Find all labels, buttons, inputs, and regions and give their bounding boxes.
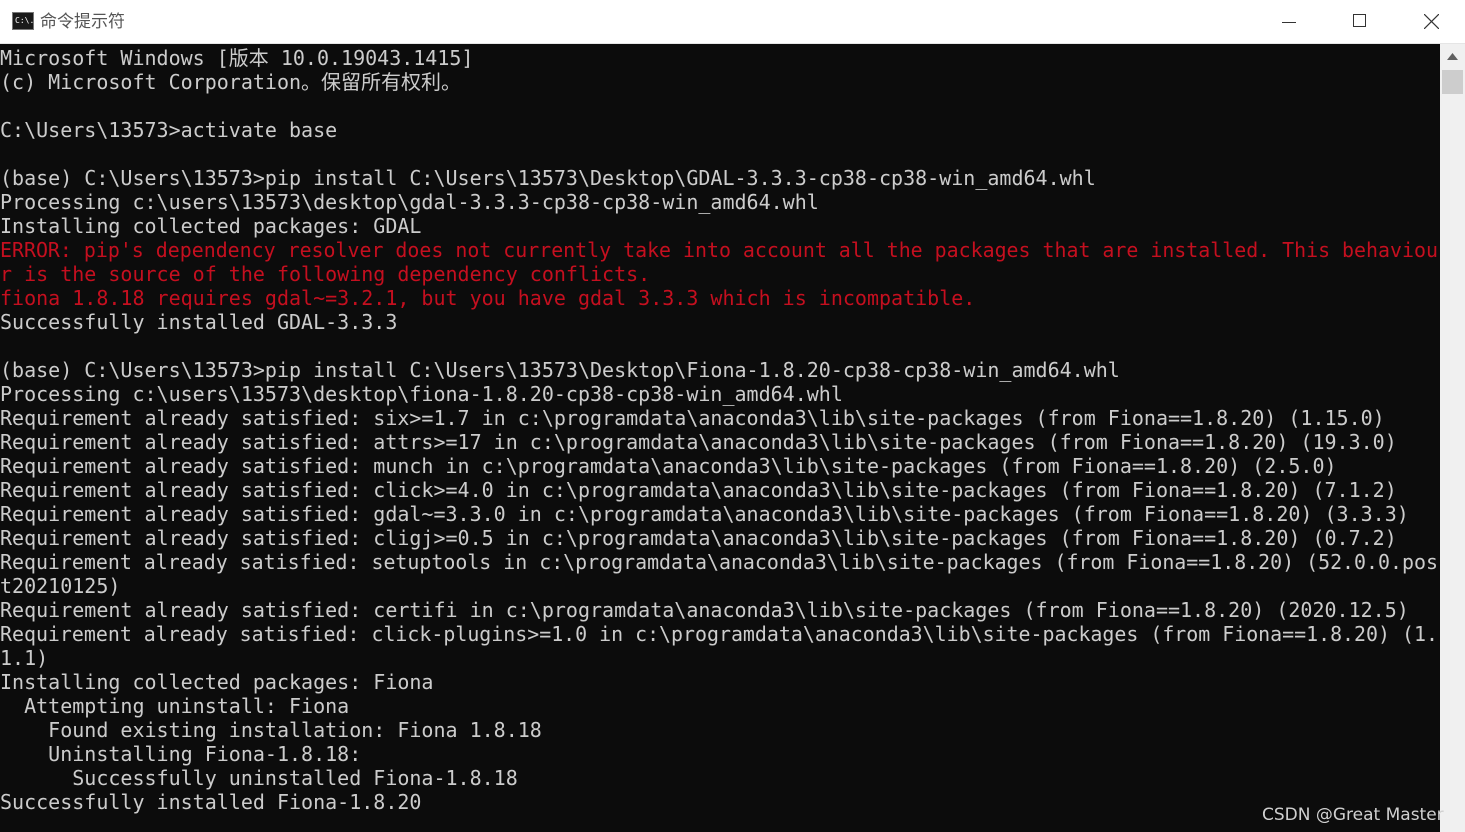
error-line: r is the source of the following depende… xyxy=(0,262,651,286)
console-line: Requirement already satisfied: setuptool… xyxy=(0,550,1438,574)
console-line: Requirement already satisfied: certifi i… xyxy=(0,598,1409,622)
console-line: Requirement already satisfied: munch in … xyxy=(0,454,1337,478)
close-button[interactable] xyxy=(1396,0,1465,44)
console-line: Requirement already satisfied: click-plu… xyxy=(0,622,1438,646)
console-line: Attempting uninstall: Fiona xyxy=(0,694,350,718)
minimize-button[interactable] xyxy=(1254,0,1324,44)
watermark: CSDN @Great Master xyxy=(1262,805,1444,825)
title-bar[interactable]: C:\. 命令提示符 xyxy=(0,0,1465,44)
console-line: (base) C:\Users\13573>pip install C:\Use… xyxy=(0,358,1120,382)
vertical-scrollbar[interactable] xyxy=(1440,44,1465,832)
cmd-icon: C:\. xyxy=(12,12,34,30)
console-line: (c) Microsoft Corporation。保留所有权利。 xyxy=(0,70,462,94)
scroll-up-button[interactable] xyxy=(1440,44,1465,70)
console-line: 1.1) xyxy=(0,646,49,670)
console-line: Requirement already satisfied: cligj>=0.… xyxy=(0,526,1397,550)
console-line: Successfully installed GDAL-3.3.3 xyxy=(0,310,398,334)
scroll-thumb[interactable] xyxy=(1442,70,1463,94)
console-line: Uninstalling Fiona-1.8.18: xyxy=(0,742,362,766)
maximize-icon xyxy=(1353,14,1366,27)
console-line: Installing collected packages: GDAL xyxy=(0,214,422,238)
console-line: Found existing installation: Fiona 1.8.1… xyxy=(0,718,542,742)
console-line: C:\Users\13573>activate base xyxy=(0,118,338,142)
console-line: Requirement already satisfied: attrs>=17… xyxy=(0,430,1397,454)
console-line: (base) C:\Users\13573>pip install C:\Use… xyxy=(0,166,1096,190)
error-line: fiona 1.8.18 requires gdal~=3.2.1, but y… xyxy=(0,286,976,310)
console-line: Requirement already satisfied: click>=4.… xyxy=(0,478,1397,502)
maximize-button[interactable] xyxy=(1325,0,1395,44)
minimize-icon xyxy=(1282,22,1296,23)
console-line: Processing c:\users\13573\desktop\fiona-… xyxy=(0,382,843,406)
console-line: Requirement already satisfied: six>=1.7 … xyxy=(0,406,1385,430)
error-line: ERROR: pip's dependency resolver does no… xyxy=(0,238,1438,262)
close-icon xyxy=(1424,14,1439,29)
console-line: Microsoft Windows [版本 10.0.19043.1415] xyxy=(0,46,474,70)
console-line: Requirement already satisfied: gdal~=3.3… xyxy=(0,502,1409,526)
console-line: Successfully uninstalled Fiona-1.8.18 xyxy=(0,766,518,790)
console-line: Installing collected packages: Fiona xyxy=(0,670,434,694)
console-output[interactable]: Microsoft Windows [版本 10.0.19043.1415] (c… xyxy=(0,44,1440,832)
scroll-up-arrow-icon xyxy=(1447,53,1458,60)
window-title: 命令提示符 xyxy=(40,12,125,32)
console-line: t20210125) xyxy=(0,574,121,598)
console-line: Processing c:\users\13573\desktop\gdal-3… xyxy=(0,190,819,214)
console-line: Successfully installed Fiona-1.8.20 xyxy=(0,790,422,814)
